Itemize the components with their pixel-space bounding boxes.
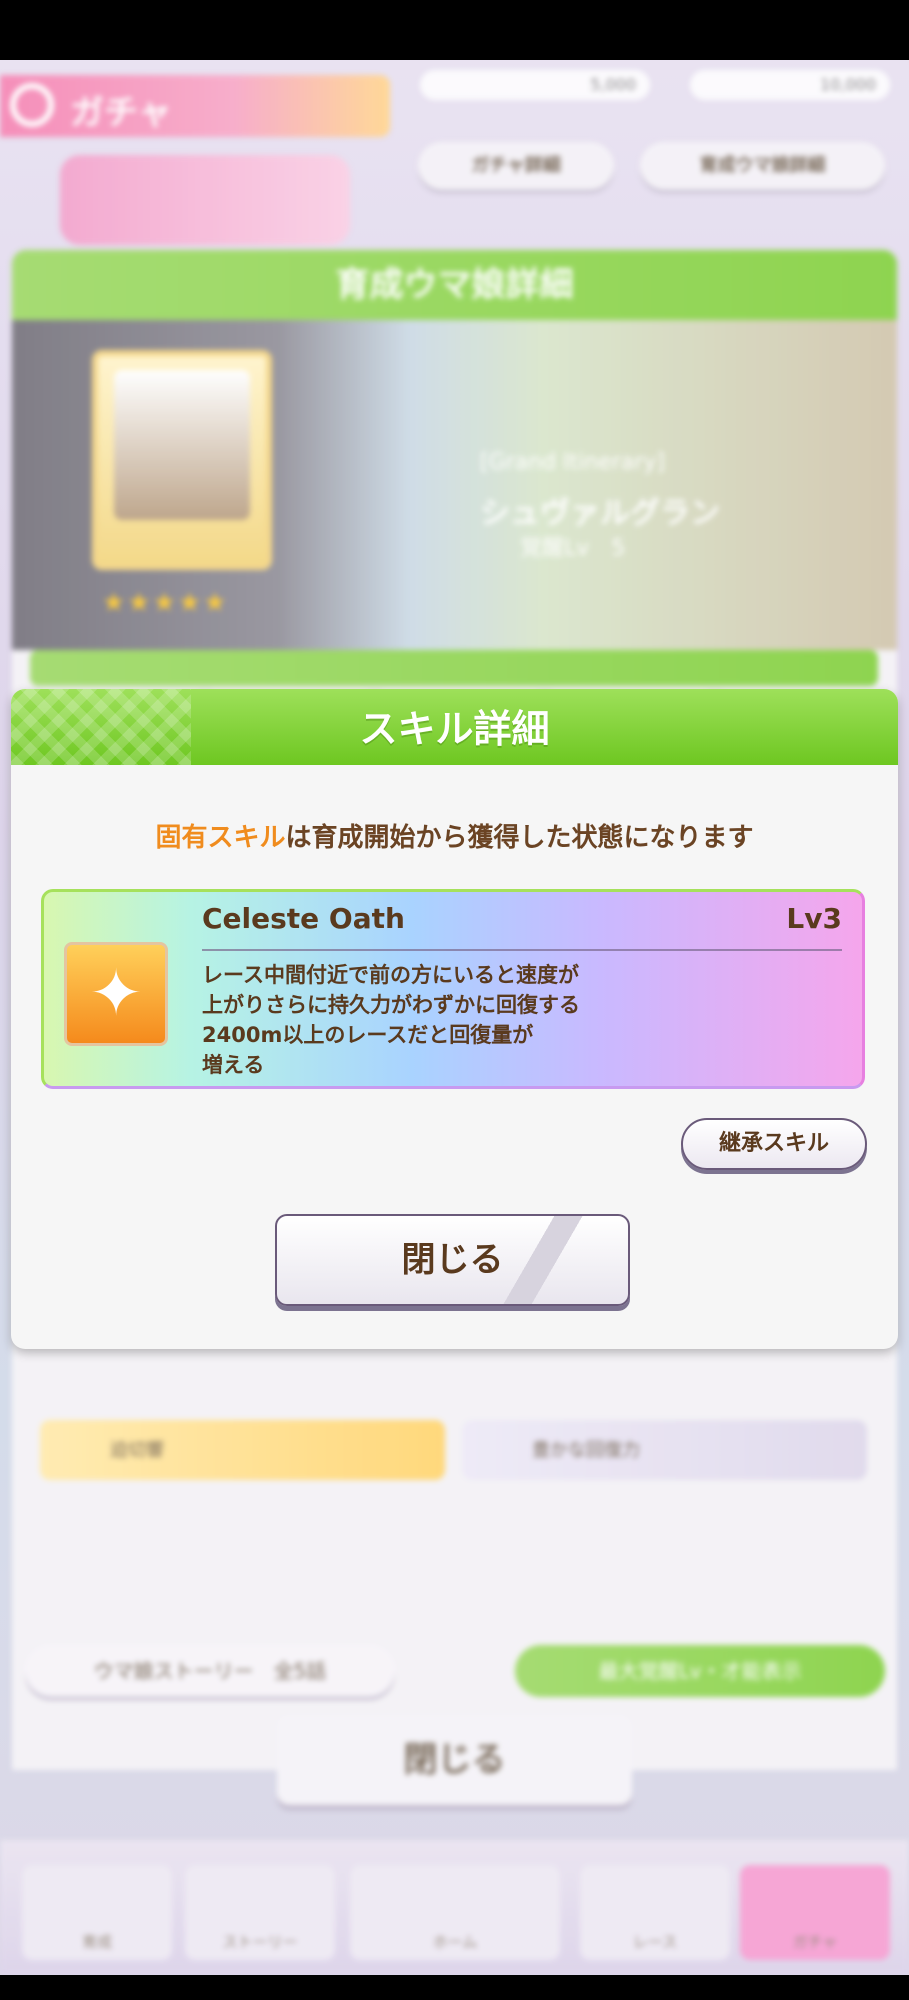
skill-level: Lv3: [786, 902, 842, 935]
skill-description-line: 2400m以上のレースだと回復量が: [202, 1023, 534, 1047]
inherited-skills-button[interactable]: 継承スキル: [681, 1118, 867, 1170]
navigation-bar: [0, 1975, 909, 2000]
dialog-title: スキル詳細: [359, 707, 550, 751]
skill-name: Celeste Oath: [202, 902, 405, 935]
notice-highlight: 固有スキル: [155, 823, 286, 853]
skill-description-line: レース中間付近で前の方にいると速度が: [202, 963, 579, 987]
skill-description-line: 増える: [202, 1053, 265, 1077]
dialog-header: スキル詳細: [11, 689, 898, 765]
running-horse-sparkle-icon: ✦: [64, 942, 168, 1046]
unique-skill-notice: 固有スキルは育成開始から獲得した状態になります: [11, 817, 898, 854]
close-button-label: 閉じる: [401, 1240, 504, 1280]
inherited-skills-label: 継承スキル: [718, 1131, 829, 1156]
status-bar: [0, 0, 909, 60]
close-button[interactable]: 閉じる: [275, 1214, 630, 1306]
skill-description: レース中間付近で前の方にいると速度が 上がりさらに持久力がわずかに回復する 24…: [202, 960, 762, 1080]
skill-card-unique: ✦ Celeste Oath Lv3 レース中間付近で前の方にいると速度が 上が…: [41, 889, 865, 1089]
notice-text: は育成開始から獲得した状態になります: [285, 823, 754, 853]
skill-divider: [202, 949, 842, 951]
skill-detail-dialog: スキル詳細 固有スキルは育成開始から獲得した状態になります ✦ Celeste …: [11, 689, 898, 1349]
skill-description-line: 上がりさらに持久力がわずかに回復する: [202, 993, 580, 1017]
